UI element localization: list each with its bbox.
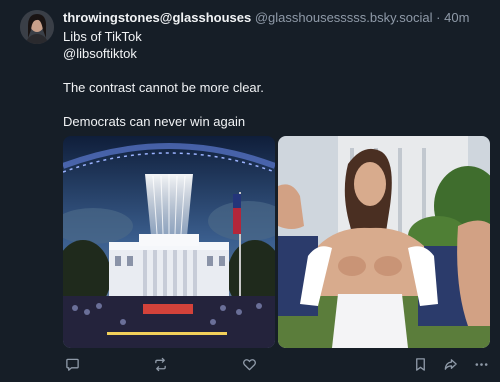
reply-icon <box>65 358 79 371</box>
heart-icon <box>242 358 256 370</box>
post-paragraph-1: The contrast cannot be more clear. <box>63 80 264 95</box>
repost-button[interactable] <box>151 355 169 373</box>
share-icon <box>444 358 457 370</box>
bookmark-icon <box>415 357 425 371</box>
author-handle[interactable]: throwingstones@glasshouses <box>63 10 251 25</box>
avatar[interactable] <box>20 10 54 44</box>
post-actions <box>63 355 490 373</box>
post-paragraph-2: Democrats can never win again <box>63 114 246 129</box>
post-line-1: Libs of TikTok <box>63 29 142 44</box>
repost-icon <box>154 357 166 371</box>
post-image-white-house[interactable] <box>63 136 275 348</box>
header-separator: · <box>432 10 445 25</box>
bookmark-button[interactable] <box>411 355 429 373</box>
reply-button[interactable] <box>63 355 81 373</box>
more-button[interactable] <box>472 355 490 373</box>
more-icon <box>475 362 487 366</box>
post-time[interactable]: 40m <box>444 10 469 25</box>
post-line-2: @libsoftiktok <box>63 46 137 61</box>
post: throwingstones@glasshouses @glasshousess… <box>0 0 500 382</box>
share-button[interactable] <box>441 355 459 373</box>
post-header: throwingstones@glasshouses @glasshousess… <box>63 10 493 26</box>
like-button[interactable] <box>240 355 258 373</box>
author-domain[interactable]: @glasshousesssss.bsky.social <box>255 10 433 25</box>
post-image-rally-photo[interactable] <box>278 136 490 348</box>
